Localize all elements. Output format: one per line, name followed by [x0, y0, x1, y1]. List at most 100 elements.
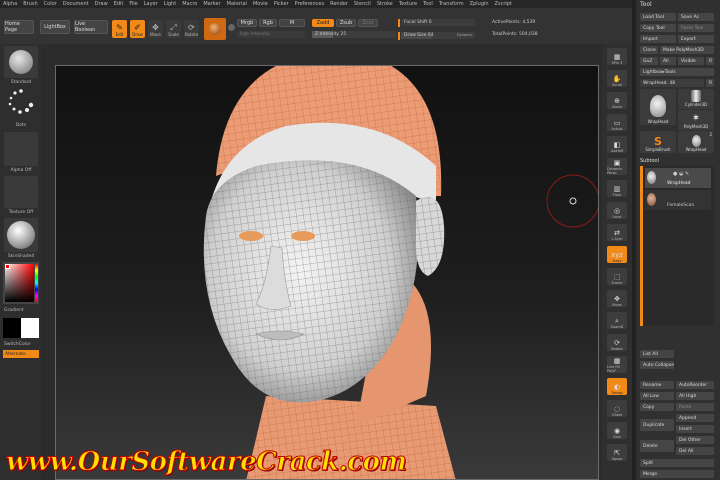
paste-subtool-button[interactable]: Paste [676, 403, 714, 411]
menu-item-brush[interactable]: Brush [23, 1, 37, 7]
brush-selector[interactable] [4, 46, 38, 78]
dynamic-toggle[interactable]: Dynamic [457, 33, 472, 37]
make-polymesh-button[interactable]: Make PolyMesh3D [660, 46, 714, 54]
focal-shift-slider[interactable]: Focal Shift 0 [401, 19, 475, 26]
secondary-color-swatch[interactable] [21, 318, 39, 338]
shelf-button-scroll[interactable]: ✋ Scroll [607, 70, 627, 87]
alpha-selector[interactable] [4, 132, 38, 166]
zadd-button[interactable]: Zadd [312, 19, 334, 27]
stroke-selector[interactable] [4, 88, 38, 118]
paste-tool-button[interactable]: Paste Tool [678, 24, 714, 32]
shelf-button-move[interactable]: ✥ Move [607, 290, 627, 307]
zcut-button[interactable]: Zcut [358, 19, 378, 27]
menu-item-preferences[interactable]: Preferences [295, 1, 324, 7]
menu-item-layer[interactable]: Layer [144, 1, 158, 7]
material-selector[interactable] [4, 218, 38, 252]
goz-visible-button[interactable]: Visible [678, 57, 704, 65]
color-picker[interactable] [3, 262, 39, 304]
shelf-button-zoomd[interactable]: ⌕ ZoomD [607, 312, 627, 329]
shelf-button-xpose[interactable]: ⇱ Xpose [607, 444, 627, 461]
document-canvas[interactable] [55, 65, 599, 480]
load-tool-button[interactable]: Load Tool [640, 13, 676, 21]
copy-subtool-button[interactable]: Copy [640, 403, 674, 411]
copy-tool-button[interactable]: Copy Tool [640, 24, 676, 32]
z-intensity-slider[interactable]: Z Intensity 25 [312, 31, 396, 38]
texture-selector[interactable] [4, 176, 38, 208]
edit-button[interactable]: ✎ Edit [112, 20, 127, 38]
menu-item-file[interactable]: File [129, 1, 137, 7]
rgb-intensity-slider[interactable]: Rgb Intensity [237, 31, 305, 38]
menu-item-texture[interactable]: Texture [399, 1, 417, 7]
menu-item-edit[interactable]: Edit [114, 1, 124, 7]
shelf-button-zoom[interactable]: ⊕ Zoom [607, 92, 627, 109]
rgb-button[interactable]: Rgb [259, 19, 277, 27]
clone-button[interactable]: Clone [640, 46, 658, 54]
subtool-scrollbar[interactable] [640, 166, 643, 326]
menu-item-stroke[interactable]: Stroke [377, 1, 393, 7]
menu-item-stencil[interactable]: Stencil [354, 1, 371, 7]
list-all-button[interactable]: List All [640, 350, 674, 358]
menu-item-material[interactable]: Material [227, 1, 247, 7]
rotate-button[interactable]: ⟳ Rotate [184, 20, 199, 38]
panel-divider[interactable] [632, 0, 636, 480]
goz-button[interactable]: GoZ [640, 57, 658, 65]
insert-button[interactable]: Insert [676, 425, 714, 433]
switch-color-button[interactable]: SwitchColor [4, 342, 38, 347]
menu-item-document[interactable]: Document [63, 1, 89, 7]
color-field[interactable] [5, 264, 34, 302]
menu-item-zplugin[interactable]: Zplugin [470, 1, 489, 7]
m-button[interactable]: M [279, 19, 305, 27]
shelf-button-dynamic-persp[interactable]: ▣ Dynamic Persp [607, 158, 627, 175]
merge-button[interactable]: Merge [640, 470, 714, 478]
tool-r-button[interactable]: R [706, 79, 714, 87]
menu-item-movie[interactable]: Movie [253, 1, 268, 7]
tool-thumb-wraphead-2[interactable]: WrapHead 2 [678, 131, 714, 153]
shelf-button-spix-3[interactable]: ▦ SPix 3 [607, 48, 627, 65]
shelf-button-aahalf[interactable]: ◧ AAHalf [607, 136, 627, 153]
all-high-button[interactable]: All High [676, 392, 714, 400]
goz-r-button[interactable]: R [706, 57, 714, 65]
tool-thumb-cylinder[interactable]: Cylinder3D [678, 89, 714, 109]
menu-item-color[interactable]: Color [44, 1, 57, 7]
live-boolean-button[interactable]: Live Boolean [74, 20, 108, 34]
shelf-button-solo[interactable]: ◉ Solo [607, 422, 627, 439]
subtool-row-wraphead[interactable]: WrapHead ● ◒ ✎ [645, 168, 711, 188]
menu-item-macro[interactable]: Macro [182, 1, 197, 7]
rename-button[interactable]: Rename [640, 381, 674, 389]
shelf-button-local[interactable]: ◎ Local [607, 202, 627, 219]
scale-button[interactable]: ⤢ Scale [166, 20, 181, 38]
all-low-button[interactable]: All Low [640, 392, 674, 400]
shelf-button-line-fill-polyf[interactable]: ▦ Line Fill PolyF [607, 356, 627, 373]
menu-item-light[interactable]: Light [164, 1, 176, 7]
shelf-button-gxyz[interactable]: xyz Gxyz [607, 246, 627, 263]
tool-thumb-polymesh[interactable]: ✶ PolyMesh3D [678, 110, 714, 130]
shelf-button-actual[interactable]: ▭ Actual [607, 114, 627, 131]
goz-all-button[interactable]: All [660, 57, 676, 65]
menu-item-marker[interactable]: Marker [203, 1, 220, 7]
shelf-button-frame[interactable]: ⬚ Frame [607, 268, 627, 285]
menu-item-alpha[interactable]: Alpha [3, 1, 17, 7]
visibility-eye-icon[interactable]: ● ◒ ✎ [673, 171, 689, 177]
menu-item-tool[interactable]: Tool [423, 1, 433, 7]
tool-thumb-wraphead[interactable]: WrapHead [640, 89, 676, 125]
tool-thumb-simplebrush[interactable]: S SimpleBrush [640, 131, 676, 153]
hue-strip[interactable] [35, 264, 38, 302]
shelf-button-transp[interactable]: ◐ Transp [607, 378, 627, 395]
append-button[interactable]: Append [676, 414, 714, 422]
del-other-button[interactable]: Del Other [676, 436, 714, 444]
home-page-button[interactable]: Home Page [4, 20, 34, 34]
move-button[interactable]: ✥ Move [148, 20, 163, 38]
save-as-button[interactable]: Save As [678, 13, 714, 21]
export-button[interactable]: Export [678, 35, 714, 43]
shelf-button-floor[interactable]: ▥ Floor [607, 180, 627, 197]
lightbox-button[interactable]: LightBox [40, 20, 70, 34]
mrgb-button[interactable]: Mrgb [237, 19, 257, 27]
alternate-button[interactable]: Alternate [3, 350, 39, 358]
menu-item-draw[interactable]: Draw [95, 1, 108, 7]
shelf-button-rotate[interactable]: ⟳ Rotate [607, 334, 627, 351]
delete-button[interactable]: Delete [640, 440, 674, 452]
menu-item-picker[interactable]: Picker [274, 1, 289, 7]
import-button[interactable]: Import [640, 35, 676, 43]
split-button[interactable]: Split [640, 459, 714, 467]
current-tool-slider[interactable]: WrapHead. 48 [640, 79, 704, 87]
